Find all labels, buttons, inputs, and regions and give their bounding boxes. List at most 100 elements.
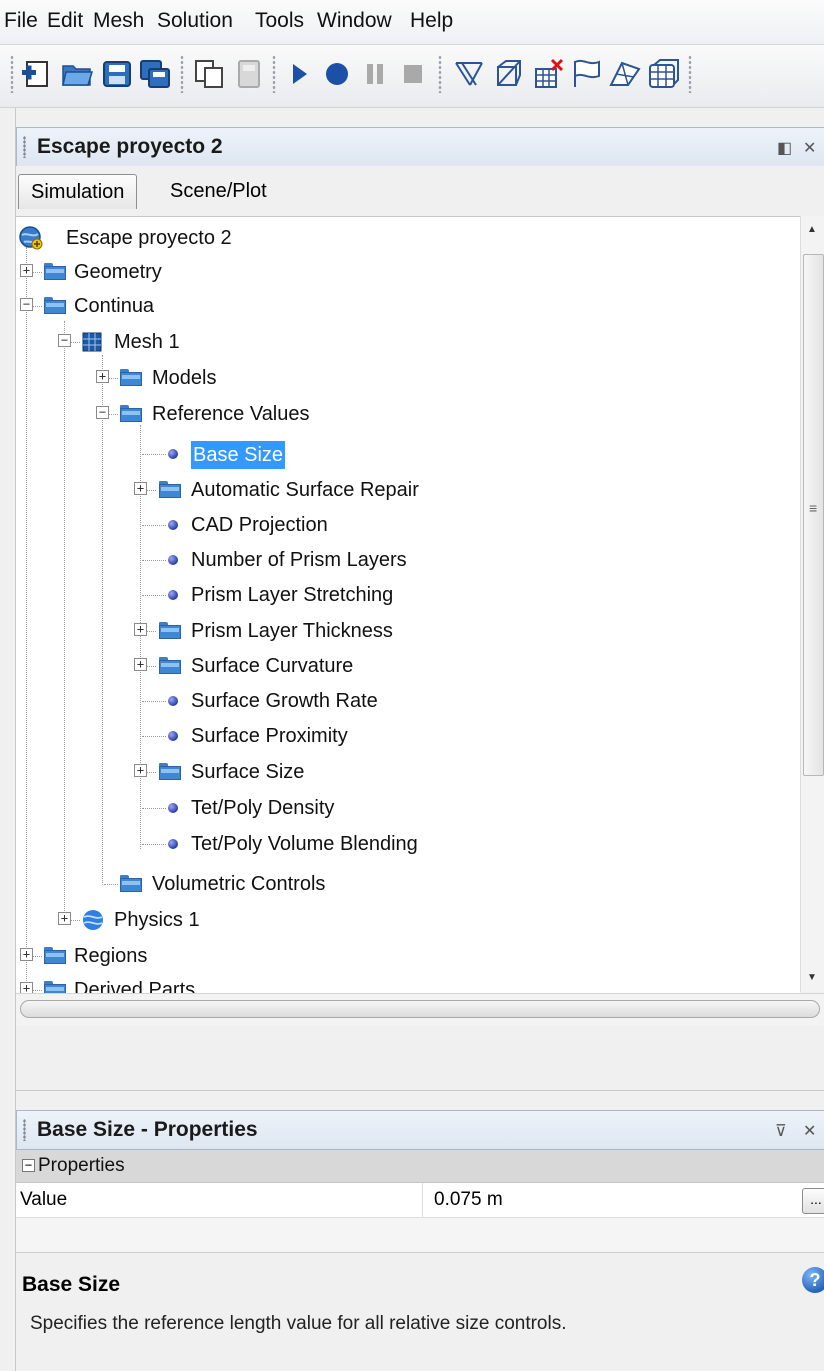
scrollbar-thumb[interactable]: ≡ <box>803 254 824 776</box>
description-text: Specifies the reference length value for… <box>30 1313 567 1334</box>
expand-plus-icon[interactable]: + <box>20 264 33 277</box>
folder-icon <box>44 297 66 314</box>
minimize-panel-icon[interactable]: ◧ <box>777 138 792 158</box>
expand-plus-icon[interactable]: + <box>20 982 33 993</box>
tree-node-prism-layer-thickness[interactable]: + Prism Layer Thickness <box>16 614 796 648</box>
property-value[interactable]: 0.075 m <box>434 1189 503 1211</box>
properties-section-label: Properties <box>38 1155 125 1176</box>
explorer-panel-header: Escape proyecto 2 ◧ ✕ <box>16 127 824 167</box>
tree-node-surface-growth-rate[interactable]: Surface Growth Rate <box>16 684 796 718</box>
tree-horizontal-scrollbar[interactable] <box>16 993 824 1026</box>
tree-vertical-scrollbar[interactable]: ▲ ≡ ▼ <box>800 216 824 992</box>
new-simulation-icon[interactable] <box>20 57 54 91</box>
folder-icon <box>159 481 181 498</box>
value-dot-icon <box>168 555 178 565</box>
menu-tools[interactable]: Tools <box>255 9 304 33</box>
tab-scene-plot[interactable]: Scene/Plot <box>158 174 279 208</box>
menu-edit[interactable]: Edit <box>47 9 83 33</box>
tree-node-mesh-1[interactable]: − Mesh 1 <box>16 325 796 359</box>
panel-menu-icon[interactable]: ⊽ <box>775 1121 787 1141</box>
pause-icon[interactable] <box>358 57 392 91</box>
tree-node-surface-curvature[interactable]: + Surface Curvature <box>16 649 796 683</box>
expand-plus-icon[interactable]: + <box>134 658 147 671</box>
expand-plus-icon[interactable]: + <box>134 623 147 636</box>
folder-icon <box>120 405 142 422</box>
tree-node-derived-parts[interactable]: + Derived Parts <box>16 973 796 993</box>
tab-simulation[interactable]: Simulation <box>18 174 138 209</box>
expand-plus-icon[interactable]: + <box>58 912 71 925</box>
folder-icon <box>44 947 66 964</box>
properties-panel-header: Base Size - Properties ⊽ ✕ <box>16 1110 824 1150</box>
delete-mesh-icon[interactable] <box>532 57 566 91</box>
panel-grip[interactable] <box>23 136 26 158</box>
tree-node-label: Mesh 1 <box>114 331 180 353</box>
property-row-value[interactable]: Value 0.075 m ... <box>16 1183 824 1218</box>
tree-node-label: Prism Layer Stretching <box>191 584 394 606</box>
explorer-tabs: Simulation Scene/Plot <box>16 166 824 216</box>
expand-plus-icon[interactable]: + <box>96 370 109 383</box>
close-panel-icon[interactable]: ✕ <box>803 1121 816 1141</box>
scrollbar-thumb[interactable] <box>20 1000 820 1018</box>
toolbar-grip <box>10 55 14 93</box>
tree-node-number-of-prism-layers[interactable]: Number of Prism Layers <box>16 543 796 577</box>
folder-icon <box>120 369 142 386</box>
menu-mesh[interactable]: Mesh <box>93 9 144 33</box>
expand-plus-icon[interactable]: + <box>134 764 147 777</box>
tree-node-escape-proyecto-2[interactable]: Escape proyecto 2 <box>16 221 796 255</box>
tree-node-label: Derived Parts <box>74 979 196 993</box>
tree-node-surface-proximity[interactable]: Surface Proximity <box>16 719 796 753</box>
help-icon[interactable]: ? <box>802 1267 824 1293</box>
tree-node-physics-1[interactable]: + Physics 1 <box>16 903 796 937</box>
panel-grip[interactable] <box>23 1119 26 1141</box>
edit-value-button[interactable]: ... <box>802 1188 824 1214</box>
collapse-minus-icon[interactable]: − <box>58 334 71 347</box>
tree-node-tet-poly-volume-blending[interactable]: Tet/Poly Volume Blending <box>16 827 796 861</box>
tree-node-cad-projection[interactable]: CAD Projection <box>16 508 796 542</box>
tree-node-tet-poly-density[interactable]: Tet/Poly Density <box>16 791 796 825</box>
tree-connector <box>142 844 166 846</box>
expand-plus-icon[interactable]: + <box>134 482 147 495</box>
tree-node-prism-layer-stretching[interactable]: Prism Layer Stretching <box>16 578 796 612</box>
properties-section-header[interactable]: − Properties <box>16 1150 824 1183</box>
copy-icon[interactable] <box>192 57 226 91</box>
tree-node-regions[interactable]: + Regions <box>16 939 796 973</box>
collapse-minus-icon[interactable]: − <box>22 1159 35 1172</box>
expand-plus-icon[interactable]: + <box>20 948 33 961</box>
tree-node-reference-values[interactable]: − Reference Values <box>16 397 796 431</box>
stop-icon[interactable] <box>396 57 430 91</box>
run-icon[interactable] <box>282 57 316 91</box>
surface-icon[interactable] <box>608 57 642 91</box>
close-panel-icon[interactable]: ✕ <box>803 138 816 158</box>
tree-connector <box>142 560 166 562</box>
tree-node-base-size[interactable]: Base Size <box>16 437 796 471</box>
value-dot-icon <box>168 590 178 600</box>
menu-solution[interactable]: Solution <box>157 9 233 33</box>
tree-node-surface-size[interactable]: + Surface Size <box>16 755 796 789</box>
value-dot-icon <box>168 520 178 530</box>
save-icon[interactable] <box>100 57 134 91</box>
disabled-document-icon <box>232 57 266 91</box>
tree-node-label: Number of Prism Layers <box>191 549 407 571</box>
tree-node-continua[interactable]: − Continua <box>16 289 796 323</box>
mesh-tool-icon[interactable] <box>452 57 486 91</box>
scroll-down-arrow-icon[interactable]: ▼ <box>807 972 817 983</box>
flag-icon[interactable] <box>570 57 604 91</box>
tree-node-volumetric-controls[interactable]: Volumetric Controls <box>16 867 796 901</box>
open-folder-icon[interactable] <box>60 57 94 91</box>
volume-mesh-icon[interactable] <box>646 57 680 91</box>
scroll-up-arrow-icon[interactable]: ▲ <box>807 224 817 235</box>
menu-window[interactable]: Window <box>317 9 392 33</box>
tree-node-models[interactable]: + Models <box>16 361 796 395</box>
tree-node-geometry[interactable]: + Geometry <box>16 255 796 289</box>
collapse-minus-icon[interactable]: − <box>20 298 33 311</box>
clear-mesh-icon[interactable] <box>492 57 526 91</box>
tree-node-label: Models <box>152 367 217 389</box>
tree-connector <box>104 884 118 886</box>
save-as-icon[interactable] <box>138 57 172 91</box>
tree-node-automatic-surface-repair[interactable]: + Automatic Surface Repair <box>16 473 796 507</box>
menu-help[interactable]: Help <box>410 9 453 33</box>
tree-node-label: Regions <box>74 945 148 967</box>
step-icon[interactable] <box>320 57 354 91</box>
menu-file[interactable]: File <box>4 9 38 33</box>
collapse-minus-icon[interactable]: − <box>96 406 109 419</box>
